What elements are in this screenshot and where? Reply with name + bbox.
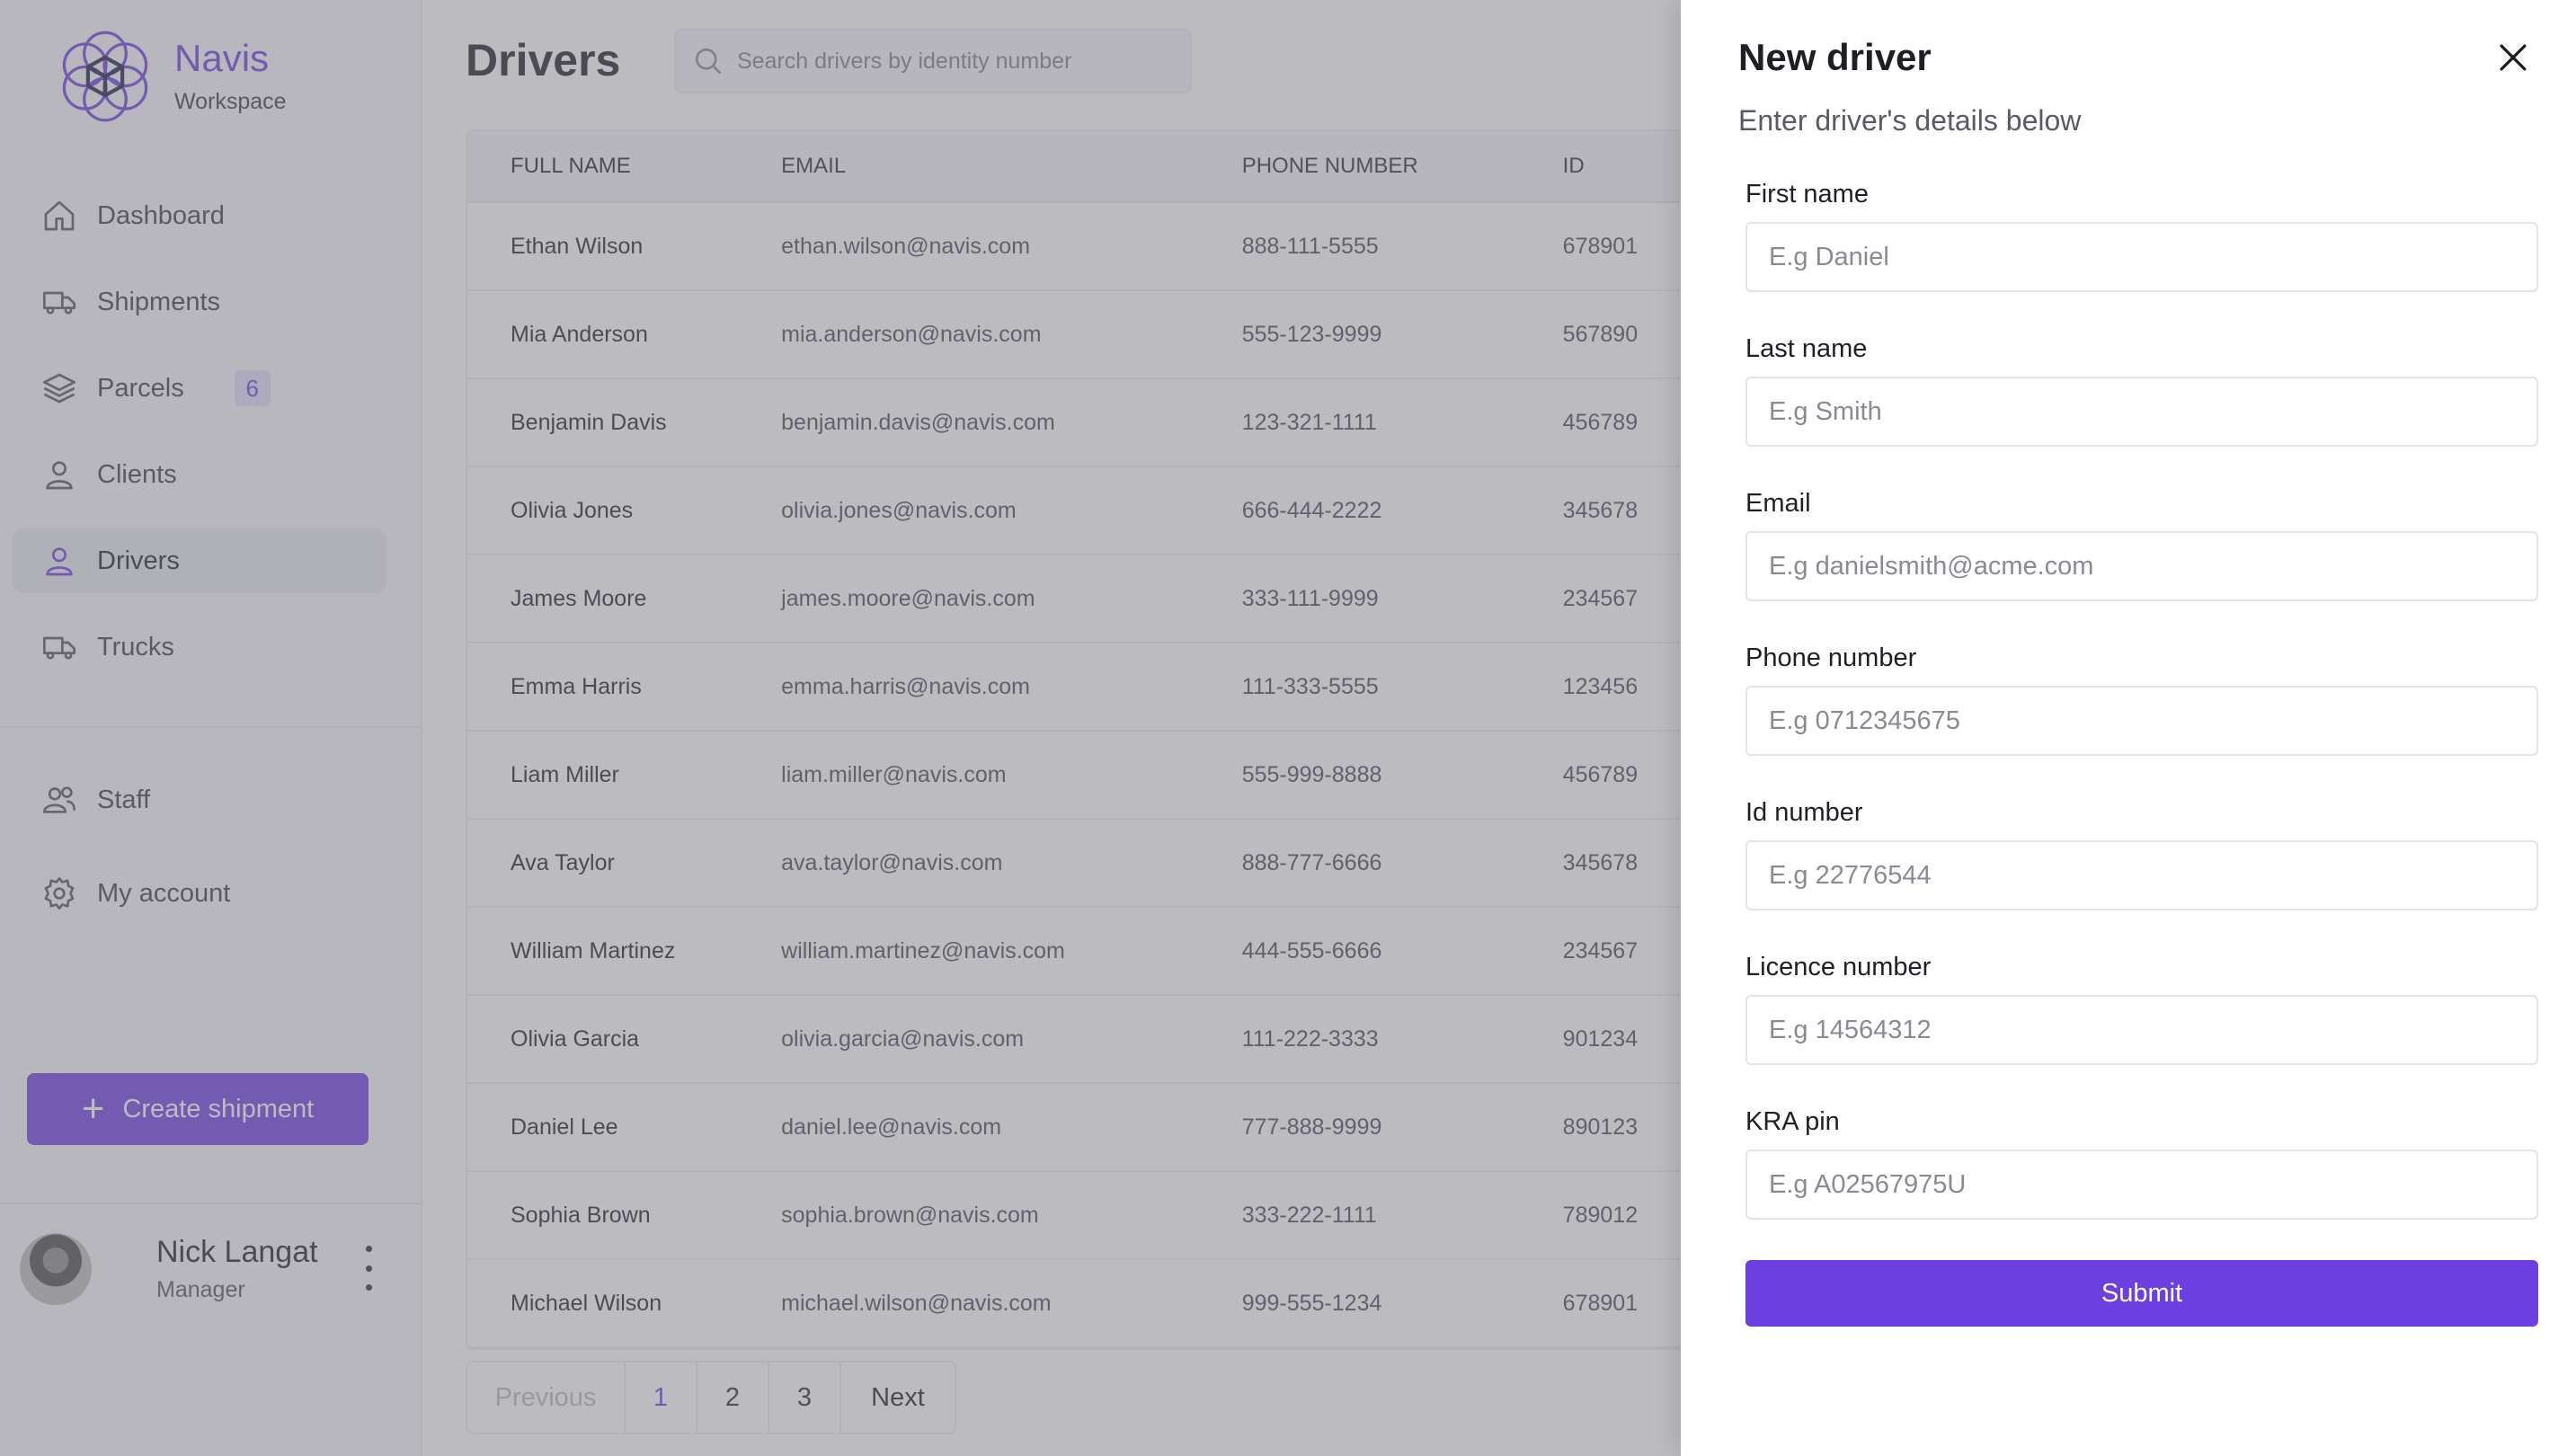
drawer-title: New driver <box>1738 36 1932 78</box>
first-name-label: First name <box>1745 180 1869 209</box>
last-name-input[interactable] <box>1745 377 2538 447</box>
kra-pin-label: KRA pin <box>1745 1107 1840 1136</box>
submit-button[interactable]: Submit <box>1745 1260 2538 1327</box>
kra-pin-input[interactable] <box>1745 1150 2538 1220</box>
licence-number-input[interactable] <box>1745 995 2538 1065</box>
licence-number-field-group: Licence number <box>1745 953 2538 1065</box>
last-name-field-group: Last name <box>1745 334 2538 447</box>
new-driver-drawer: New driver Enter driver's details below … <box>1681 0 2567 1456</box>
close-icon[interactable] <box>2493 38 2533 77</box>
phone-number-input[interactable] <box>1745 686 2538 756</box>
email-field-group: Email <box>1745 489 2538 601</box>
id-number-label: Id number <box>1745 798 1863 827</box>
email-input[interactable] <box>1745 531 2538 601</box>
first-name-field-group: First name <box>1745 180 2538 292</box>
licence-number-label: Licence number <box>1745 953 1932 981</box>
email-label: Email <box>1745 489 1811 518</box>
phone-number-field-group: Phone number <box>1745 644 2538 756</box>
kra-pin-field-group: KRA pin <box>1745 1107 2538 1220</box>
first-name-input[interactable] <box>1745 222 2538 292</box>
id-number-input[interactable] <box>1745 840 2538 910</box>
last-name-label: Last name <box>1745 334 1868 363</box>
drawer-subtitle: Enter driver's details below <box>1738 104 2082 137</box>
phone-number-label: Phone number <box>1745 644 1917 672</box>
id-number-field-group: Id number <box>1745 798 2538 910</box>
